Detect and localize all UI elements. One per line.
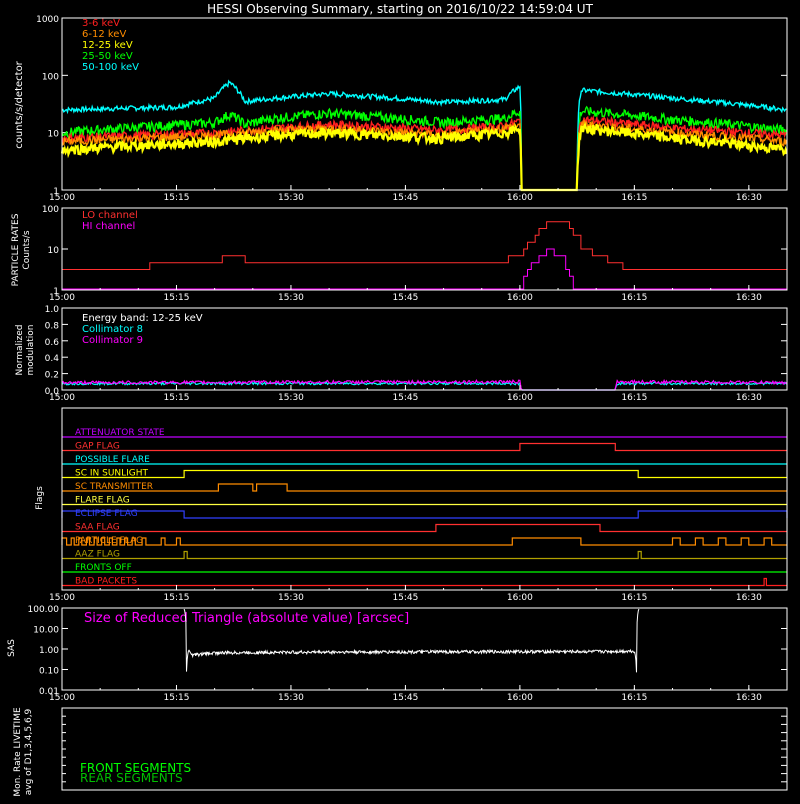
panel-flags-flag-label-6: ECLIPSE FLAG bbox=[75, 509, 138, 519]
panel-count-rates-legend-4: 50-100 keV bbox=[82, 62, 139, 73]
panel-particle-rates-ytick-label-1: 10 bbox=[48, 246, 60, 256]
panel-count-rates-tick-label-3: 15:45 bbox=[392, 193, 418, 203]
panel-flags-tick-label-6: 16:30 bbox=[736, 593, 762, 603]
panel-modulation-ytick-label-1: 0.2 bbox=[45, 371, 59, 381]
panel-particle-rates-ytick-label-2: 100 bbox=[42, 205, 59, 215]
panel-modulation-tick-label-5: 16:15 bbox=[621, 393, 647, 403]
panel-modulation-ytick-label-3: 0.6 bbox=[45, 338, 60, 348]
panel-flags-flag-label-1: GAP FLAG bbox=[75, 442, 120, 452]
panel-modulation-tick-label-0: 15:00 bbox=[49, 393, 75, 403]
panel-sas-tick-label-5: 16:15 bbox=[621, 693, 647, 703]
ylabel-modulation-line2: modulation bbox=[26, 325, 36, 376]
panel-sas-tick-label-4: 16:00 bbox=[507, 693, 533, 703]
panel-particle-rates-tick-label-1: 15:15 bbox=[164, 293, 190, 303]
ylabel-livetime-line1: Mon. Rate LIVETIME bbox=[13, 707, 23, 797]
panel-sas-tick-label-2: 15:30 bbox=[278, 693, 304, 703]
panel-sas-ytick-label-2: 1.00 bbox=[39, 646, 59, 656]
panel-modulation-tick-label-1: 15:15 bbox=[164, 393, 190, 403]
ylabel-modulation-line1: Normalized bbox=[15, 324, 25, 375]
panel-count-rates-legend-1: 6-12 keV bbox=[82, 29, 126, 40]
ylabel-livetime-line2: avg of D1,3,4,5,6,9 bbox=[24, 708, 34, 795]
panel-count-rates-ytick-label-2: 100 bbox=[42, 72, 59, 82]
panel-flags-flag-label-4: SC TRANSMITTER bbox=[75, 482, 153, 492]
panel-count-rates-ytick-label-3: 1000 bbox=[36, 15, 59, 25]
panel-modulation-ytick-label-4: 0.8 bbox=[45, 321, 60, 331]
panel-modulation-legend-0: Collimator 8 bbox=[82, 324, 143, 335]
panel-count-rates-tick-label-6: 16:30 bbox=[736, 193, 762, 203]
panel-modulation-tick-label-4: 16:00 bbox=[507, 393, 533, 403]
legend-rear-segments: REAR SEGMENTS bbox=[80, 771, 183, 785]
panel-particle-rates-tick-label-3: 15:45 bbox=[392, 293, 418, 303]
panel-count-rates-ytick-label-1: 10 bbox=[48, 130, 60, 140]
ylabel-particle-line1: PARTICLE RATES bbox=[11, 213, 21, 286]
energy-band-annotation: Energy band: 12-25 keV bbox=[82, 313, 203, 324]
panel-sas-tick-label-1: 15:15 bbox=[164, 693, 190, 703]
panel-flags-flag-label-2: POSSIBLE FLARE bbox=[75, 455, 150, 465]
chart-svg: HESSI Observing Summary, starting on 201… bbox=[0, 0, 800, 800]
hessi-summary-figure: HESSI Observing Summary, starting on 201… bbox=[0, 0, 800, 800]
panel-count-rates-tick-label-5: 16:15 bbox=[621, 193, 647, 203]
panel-particle-rates-tick-label-2: 15:30 bbox=[278, 293, 304, 303]
panel-flags-tick-label-5: 16:15 bbox=[621, 593, 647, 603]
panel-count-rates-tick-label-1: 15:15 bbox=[164, 193, 190, 203]
panel-count-rates-tick-label-2: 15:30 bbox=[278, 193, 304, 203]
panel-flags-tick-label-0: 15:00 bbox=[49, 593, 75, 603]
panel-sas-ytick-label-4: 100.00 bbox=[28, 605, 60, 615]
panel-particle-rates-tick-label-0: 15:00 bbox=[49, 293, 75, 303]
panel-sas-ytick-label-3: 10.00 bbox=[33, 626, 59, 636]
panel-count-rates-tick-label-0: 15:00 bbox=[49, 193, 75, 203]
sas-annotation: Size of Reduced Triangle (absolute value… bbox=[84, 611, 409, 626]
panel-count-rates-legend-0: 3-6 keV bbox=[82, 18, 120, 29]
panel-flags-flag-label-10: FRONTS OFF bbox=[75, 563, 132, 573]
panel-modulation-ytick-label-5: 1.0 bbox=[45, 305, 60, 315]
panel-sas-tick-label-0: 15:00 bbox=[49, 693, 75, 703]
panel-flags-flag-label-0: ATTENUATOR STATE bbox=[75, 428, 165, 438]
panel-flags-tick-label-2: 15:30 bbox=[278, 593, 304, 603]
panel-flags-tick-label-4: 16:00 bbox=[507, 593, 533, 603]
panel-flags-tick-label-3: 15:45 bbox=[392, 593, 418, 603]
panel-particle-rates-tick-label-4: 16:00 bbox=[507, 293, 533, 303]
panel-sas-ytick-label-1: 0.10 bbox=[39, 667, 59, 677]
panel-flags-flag-label-3: SC IN SUNLIGHT bbox=[75, 469, 149, 479]
panel-flags-flag-label-8: PARTICLE FLAG bbox=[75, 536, 143, 546]
panel-count-rates-legend-3: 25-50 keV bbox=[82, 51, 133, 62]
panel-flags-flag-label-5: FLARE FLAG bbox=[75, 496, 130, 506]
ylabel-counts: counts/s/detector bbox=[14, 60, 25, 148]
figure-title: HESSI Observing Summary, starting on 201… bbox=[207, 2, 593, 16]
panel-flags-flag-label-9: AAZ FLAG bbox=[75, 550, 120, 560]
panel-sas-tick-label-6: 16:30 bbox=[736, 693, 762, 703]
ylabel-particle-line2: Counts/s bbox=[22, 230, 32, 269]
panel-modulation-legend-1: Collimator 9 bbox=[82, 335, 143, 346]
panel-modulation-tick-label-2: 15:30 bbox=[278, 393, 304, 403]
panel-count-rates-tick-label-4: 16:00 bbox=[507, 193, 533, 203]
panel-modulation-tick-label-3: 15:45 bbox=[392, 393, 418, 403]
ylabel-sas: SAS bbox=[7, 639, 17, 657]
panel-particle-rates-legend-1: HI channel bbox=[82, 221, 135, 232]
panel-modulation-tick-label-6: 16:30 bbox=[736, 393, 762, 403]
panel-particle-rates-tick-label-6: 16:30 bbox=[736, 293, 762, 303]
ylabel-flags: Flags bbox=[35, 486, 45, 510]
panel-particle-rates-legend-0: LO channel bbox=[82, 210, 138, 221]
panel-particle-rates-tick-label-5: 16:15 bbox=[621, 293, 647, 303]
panel-flags-flag-label-11: BAD PACKETS bbox=[75, 577, 137, 587]
panel-flags-tick-label-1: 15:15 bbox=[164, 593, 190, 603]
panel-count-rates-legend-2: 12-25 keV bbox=[82, 40, 133, 51]
panel-modulation-ytick-label-2: 0.4 bbox=[45, 354, 60, 364]
panel-flags-flag-label-7: SAA FLAG bbox=[75, 523, 120, 533]
panel-sas-tick-label-3: 15:45 bbox=[392, 693, 418, 703]
